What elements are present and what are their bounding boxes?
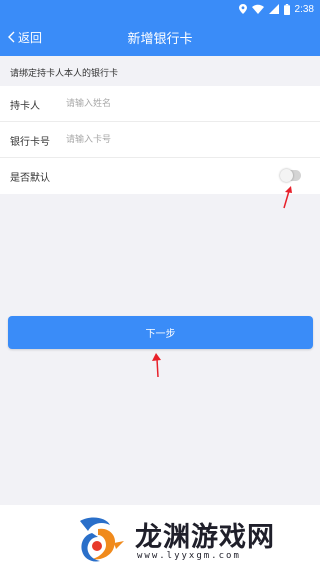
bank-card-form: 持卡人 银行卡号 是否默认 bbox=[0, 86, 320, 194]
default-toggle[interactable] bbox=[280, 169, 301, 182]
watermark-url: www.lyyxgm.com bbox=[137, 551, 241, 561]
default-row: 是否默认 bbox=[0, 158, 320, 194]
default-label: 是否默认 bbox=[10, 173, 50, 184]
chevron-left-icon bbox=[8, 31, 15, 43]
status-icons: 2:38 bbox=[238, 2, 314, 16]
next-step-button[interactable]: 下一步 bbox=[8, 316, 313, 349]
location-icon bbox=[238, 4, 247, 14]
card-number-row: 银行卡号 bbox=[0, 122, 320, 158]
annotation-arrow-icon bbox=[283, 186, 292, 209]
bind-hint-text: 请绑定持卡人本人的银行卡 bbox=[10, 69, 119, 79]
page-title: 新增银行卡 bbox=[127, 32, 193, 47]
cardholder-row: 持卡人 bbox=[0, 86, 320, 122]
cardholder-input[interactable] bbox=[66, 93, 296, 115]
signal-icon bbox=[268, 4, 279, 14]
dragon-logo-icon bbox=[80, 517, 124, 562]
status-bar: 2:38 bbox=[0, 0, 320, 18]
watermark: 龙渊游戏网 www.lyyxgm.com bbox=[0, 505, 320, 570]
back-label: 返回 bbox=[18, 30, 43, 45]
watermark-title: 龙渊游戏网 bbox=[135, 522, 275, 553]
toggle-knob bbox=[280, 169, 293, 182]
annotation-arrow-icon bbox=[152, 353, 161, 378]
card-number-label: 银行卡号 bbox=[10, 137, 50, 148]
cardholder-label: 持卡人 bbox=[10, 101, 40, 112]
nav-bar: 返回 新增银行卡 bbox=[0, 18, 320, 56]
status-time: 2:38 bbox=[294, 3, 314, 15]
wifi-icon bbox=[251, 4, 264, 14]
card-number-input[interactable] bbox=[66, 129, 296, 151]
battery-icon bbox=[283, 3, 290, 15]
back-button[interactable]: 返回 bbox=[8, 27, 42, 47]
